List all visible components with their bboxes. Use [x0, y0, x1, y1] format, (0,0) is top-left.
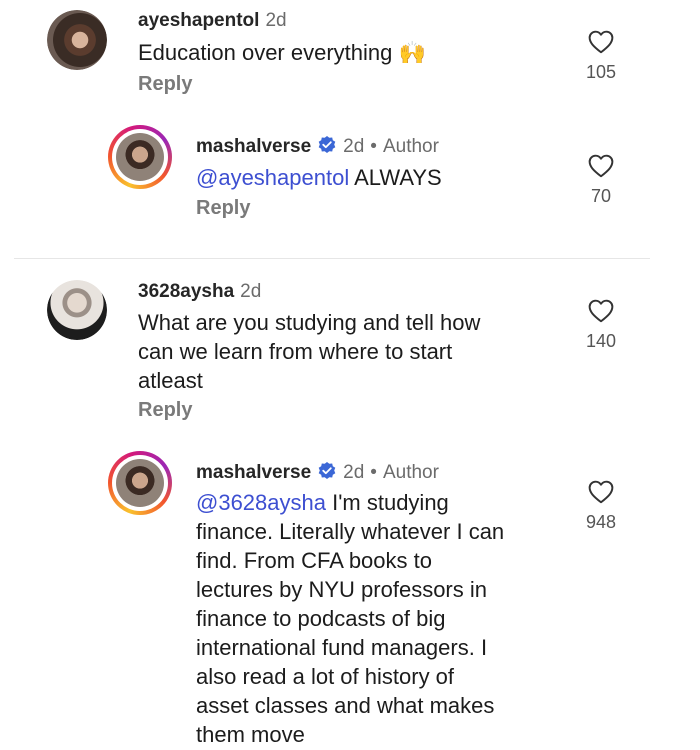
like-button[interactable]: 70 — [571, 154, 631, 207]
like-count: 70 — [590, 186, 612, 206]
comment-header: ayeshapentol 2d — [138, 10, 287, 32]
thread-divider — [14, 258, 650, 259]
avatar-photo — [47, 280, 107, 340]
reply-button[interactable]: Reply — [196, 197, 250, 220]
verified-badge-icon — [317, 135, 337, 161]
like-button[interactable]: 948 — [571, 480, 631, 533]
author-badge: Author — [382, 136, 439, 157]
comment-header: 3628aysha 2d — [138, 281, 261, 303]
heart-icon[interactable] — [588, 480, 614, 504]
username[interactable]: mashalverse — [196, 462, 311, 483]
timestamp: 2d — [265, 10, 287, 31]
verified-badge-icon — [317, 461, 337, 487]
comment-text: What are you studying and tell how can w… — [138, 310, 481, 393]
raised-hands-emoji: 🙌 — [398, 40, 426, 65]
comment-text: @3628aysha I'm studying finance. Literal… — [196, 490, 505, 747]
author-badge: Author — [382, 462, 439, 483]
avatar-story-ring[interactable] — [108, 125, 172, 189]
avatar-photo — [116, 133, 164, 181]
username[interactable]: ayeshapentol — [138, 10, 259, 31]
avatar-photo — [47, 10, 107, 70]
timestamp: 2d — [343, 136, 365, 157]
reply-button[interactable]: Reply — [138, 73, 192, 96]
mention-link[interactable]: @ayeshapentol — [196, 165, 349, 190]
like-button[interactable]: 105 — [571, 30, 631, 83]
reply-button[interactable]: Reply — [138, 399, 192, 422]
timestamp: 2d — [343, 462, 365, 483]
avatar-story-ring[interactable] — [108, 451, 172, 515]
like-count: 948 — [585, 512, 617, 532]
like-count: 140 — [585, 331, 617, 351]
timestamp: 2d — [240, 281, 262, 302]
comment-header: mashalverse 2d • Author — [196, 135, 439, 161]
comment-header: mashalverse 2d • Author — [196, 461, 439, 487]
heart-icon[interactable] — [588, 299, 614, 323]
avatar[interactable] — [47, 280, 107, 340]
heart-icon[interactable] — [588, 154, 614, 178]
username[interactable]: mashalverse — [196, 136, 311, 157]
like-count: 105 — [585, 62, 617, 82]
mention-link[interactable]: @3628aysha — [196, 490, 326, 515]
heart-icon[interactable] — [588, 30, 614, 54]
avatar-photo — [116, 459, 164, 507]
like-button[interactable]: 140 — [571, 299, 631, 352]
comment-text: @ayeshapentol ALWAYS — [196, 165, 442, 190]
comment-text: Education over everything 🙌 — [138, 40, 426, 65]
username[interactable]: 3628aysha — [138, 281, 234, 302]
avatar[interactable] — [47, 10, 107, 70]
